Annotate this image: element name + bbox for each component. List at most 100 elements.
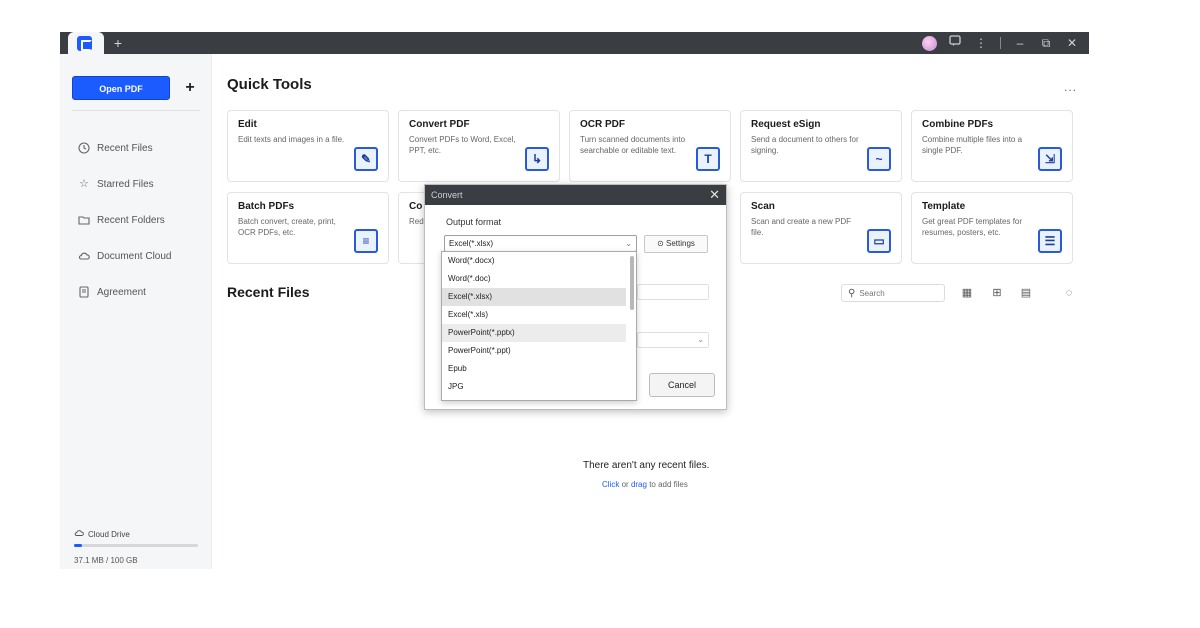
tool-card-convert-pdf[interactable]: Convert PDF Convert PDFs to Word, Excel,… xyxy=(398,110,560,182)
drag-link[interactable]: drag xyxy=(631,480,647,489)
star-icon: ☆ xyxy=(79,178,89,190)
format-option-ppt[interactable]: PowerPoint(*.ppt) xyxy=(442,342,626,360)
agreement-icon xyxy=(78,286,90,298)
tool-card-edit[interactable]: Edit Edit texts and images in a file. ✎ xyxy=(227,110,389,182)
refresh-icon[interactable]: ◌ xyxy=(1061,285,1077,301)
close-window-button[interactable]: ✕ xyxy=(1061,32,1083,54)
dialog-title: Convert xyxy=(431,190,463,200)
convert-icon: ↳ xyxy=(525,147,549,171)
sidebar-item-label: Agreement xyxy=(97,286,146,298)
recent-files-title: Recent Files xyxy=(227,284,310,300)
search-box[interactable]: ⚲ xyxy=(841,284,945,302)
tool-card-ocr-pdf[interactable]: OCR PDF Turn scanned documents into sear… xyxy=(569,110,731,182)
minimize-button[interactable]: – xyxy=(1009,32,1031,54)
output-format-label: Output format xyxy=(446,217,502,227)
divider xyxy=(72,110,200,111)
tool-description: Scan and create a new PDF file. xyxy=(751,217,852,237)
tool-description: Turn scanned documents into searchable o… xyxy=(580,135,686,155)
more-menu-icon[interactable]: ⋮ xyxy=(970,32,992,54)
settings-label: Settings xyxy=(666,239,695,248)
message-icon[interactable] xyxy=(944,32,966,54)
close-icon[interactable]: ✕ xyxy=(709,185,720,205)
sidebar-item-label: Document Cloud xyxy=(97,250,172,262)
calendar-icon[interactable]: ▤ xyxy=(1018,285,1034,301)
tool-title: Convert PDF xyxy=(409,119,470,130)
tool-description: Get great PDF templates for resumes, pos… xyxy=(922,217,1023,237)
settings-button[interactable]: ⊙ Settings xyxy=(644,235,708,253)
dialog-header: Convert ✕ xyxy=(425,185,726,205)
ocr-icon: T xyxy=(696,147,720,171)
format-option-epub[interactable]: Epub xyxy=(442,360,626,378)
open-pdf-button[interactable]: Open PDF xyxy=(72,76,170,100)
divider xyxy=(1000,37,1001,49)
sidebar: Open PDF + Recent Files ☆ Starred Files … xyxy=(60,54,212,569)
cancel-button[interactable]: Cancel xyxy=(649,373,715,397)
avatar[interactable] xyxy=(922,35,937,51)
more-options-icon[interactable]: ... xyxy=(1064,80,1077,94)
cloud-drive-label: Cloud Drive xyxy=(88,529,130,539)
format-option-xlsx[interactable]: Excel(*.xlsx) xyxy=(442,288,626,306)
tool-title: Batch PDFs xyxy=(238,201,295,212)
tool-description: Convert PDFs to Word, Excel, PPT, etc. xyxy=(409,135,516,155)
window-controls: ⋮ – ⧉ ✕ xyxy=(919,32,1083,54)
tool-description: Edit texts and images in a file. xyxy=(238,135,345,144)
new-tab-button[interactable]: + xyxy=(110,34,126,52)
tool-description: Send a document to others for signing. xyxy=(751,135,859,155)
tool-card-combine-pdfs[interactable]: Combine PDFs Combine multiple files into… xyxy=(911,110,1073,182)
restore-button[interactable]: ⧉ xyxy=(1035,32,1057,54)
list-view-icon[interactable]: ▦ xyxy=(959,285,975,301)
format-option-docx[interactable]: Word(*.docx) xyxy=(442,252,626,270)
dropdown-scrollbar[interactable] xyxy=(630,256,634,310)
format-option-xls[interactable]: Excel(*.xls) xyxy=(442,306,626,324)
cloud-icon xyxy=(78,250,90,262)
create-new-button[interactable]: + xyxy=(178,76,202,100)
tool-card-template[interactable]: Template Get great PDF templates for res… xyxy=(911,192,1073,264)
output-name-field[interactable] xyxy=(637,284,709,300)
hint-or: or xyxy=(621,480,629,489)
search-icon: ⚲ xyxy=(848,287,856,299)
output-folder-select[interactable]: ⌄ xyxy=(637,332,709,348)
hint-rest: to add files xyxy=(649,480,688,489)
sidebar-item-starred-files[interactable]: ☆ Starred Files xyxy=(78,166,171,202)
output-format-select[interactable]: Excel(*.xlsx) ⌄ xyxy=(444,235,637,252)
tool-title: Template xyxy=(922,201,966,212)
format-option-jpg[interactable]: JPG xyxy=(442,378,626,396)
sidebar-item-agreement[interactable]: Agreement xyxy=(78,274,171,310)
format-dropdown-list: Word(*.docx) Word(*.doc) Excel(*.xlsx) E… xyxy=(441,251,637,401)
batch-icon: ≡ xyxy=(354,229,378,253)
grid-view-icon[interactable]: ⊞ xyxy=(989,285,1005,301)
tool-description: Batch convert, create, print, OCR PDFs, … xyxy=(238,217,336,237)
storage-progress-fill xyxy=(74,544,82,547)
selected-format: Excel(*.xlsx) xyxy=(449,239,494,248)
quick-tools-title: Quick Tools xyxy=(227,76,312,93)
click-link[interactable]: Click xyxy=(602,480,619,489)
search-input[interactable] xyxy=(859,288,940,298)
tool-card-batch-pdfs[interactable]: Batch PDFs Batch convert, create, print,… xyxy=(227,192,389,264)
sidebar-item-recent-folders[interactable]: Recent Folders xyxy=(78,202,171,238)
tool-title: OCR PDF xyxy=(580,119,625,130)
cloud-icon xyxy=(74,528,84,540)
esign-icon: ~ xyxy=(867,147,891,171)
tool-card-request-esign[interactable]: Request eSign Send a document to others … xyxy=(740,110,902,182)
sidebar-item-recent-files[interactable]: Recent Files xyxy=(78,130,171,166)
tool-description: Combine multiple files into a single PDF… xyxy=(922,135,1023,155)
scan-icon: ▭ xyxy=(867,229,891,253)
app-logo-icon xyxy=(77,36,92,51)
sidebar-item-document-cloud[interactable]: Document Cloud xyxy=(78,238,171,274)
cloud-drive-link[interactable]: Cloud Drive xyxy=(74,528,130,540)
tool-title: Scan xyxy=(751,201,775,212)
tool-title: Request eSign xyxy=(751,119,821,130)
sidebar-item-label: Recent Folders xyxy=(97,214,165,226)
home-tab[interactable] xyxy=(68,32,104,54)
tool-card-scan[interactable]: Scan Scan and create a new PDF file. ▭ xyxy=(740,192,902,264)
format-option-doc[interactable]: Word(*.doc) xyxy=(442,270,626,288)
sidebar-item-label: Starred Files xyxy=(97,178,154,190)
clock-icon xyxy=(78,142,90,154)
storage-usage-text: 37.1 MB / 100 GB xyxy=(74,556,138,565)
combine-icon: ⇲ xyxy=(1038,147,1062,171)
folder-icon xyxy=(78,214,90,226)
format-option-pptx[interactable]: PowerPoint(*.pptx) xyxy=(442,324,626,342)
tool-title: Edit xyxy=(238,119,257,130)
template-icon: ☰ xyxy=(1038,229,1062,253)
sidebar-nav: Recent Files ☆ Starred Files Recent Fold… xyxy=(78,130,171,310)
